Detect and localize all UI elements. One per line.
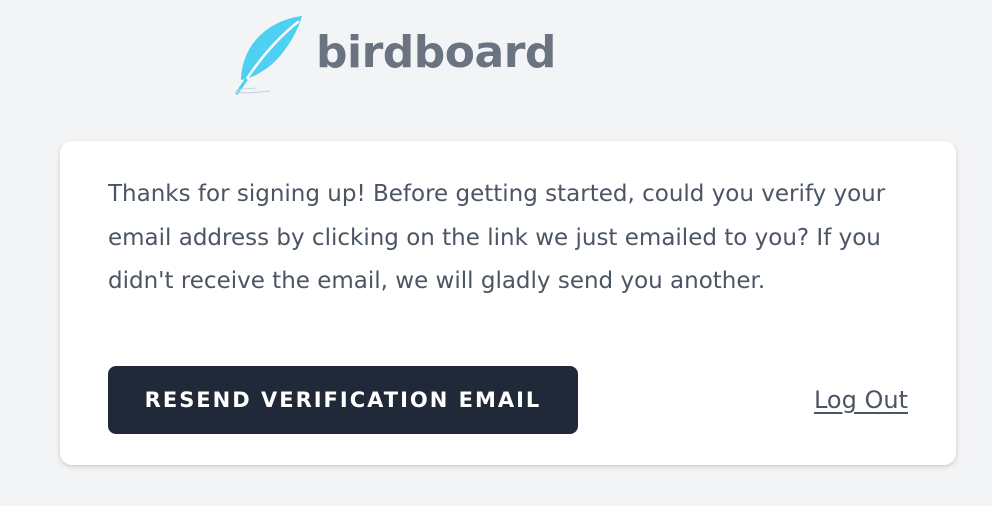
brand-logo[interactable]: birdboard [232,14,556,96]
verification-message: Thanks for signing up! Before getting st… [108,181,886,294]
logout-link[interactable]: Log Out [814,386,908,414]
resend-verification-button[interactable]: RESEND VERIFICATION EMAIL [108,366,578,434]
verify-email-card: Thanks for signing up! Before getting st… [60,141,956,465]
card-actions: RESEND VERIFICATION EMAIL Log Out [108,366,908,434]
brand-name: birdboard [316,27,556,78]
verify-email-page: birdboard Thanks for signing up! Before … [0,0,992,506]
feather-icon [235,16,302,95]
